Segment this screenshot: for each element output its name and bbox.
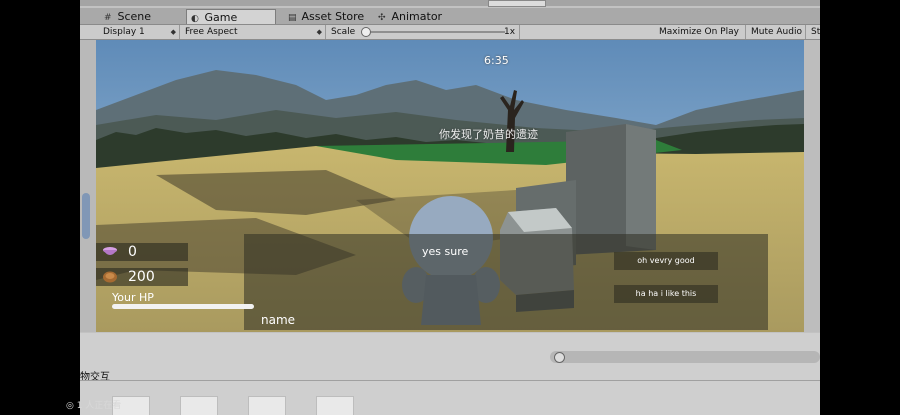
play-controls[interactable] — [488, 0, 546, 7]
mute-label: Mute Audio — [751, 27, 802, 37]
stats-label: St — [811, 27, 820, 37]
gem-count: 0 — [128, 244, 137, 260]
scrollbar-knob[interactable] — [554, 352, 565, 363]
display-label: Display 1 — [103, 27, 145, 37]
tab-scene[interactable]: # Scene — [100, 9, 180, 24]
store-icon: ▤ — [288, 13, 297, 23]
asset-thumbnail[interactable] — [316, 396, 354, 415]
scale-slider-handle[interactable] — [361, 27, 371, 37]
gem-counter: 0 — [96, 243, 188, 261]
tab-asset-store-label: Asset Store — [301, 10, 365, 23]
choice-label: oh vevry good — [637, 256, 695, 265]
choice-button[interactable]: oh vevry good — [614, 252, 718, 270]
dialog-line: yes sure — [422, 245, 469, 258]
right-panel-edge — [804, 40, 820, 332]
asset-thumbnail[interactable] — [248, 396, 286, 415]
mute-audio-toggle[interactable]: Mute Audio — [746, 25, 806, 39]
tab-animator[interactable]: ✣ Animator — [374, 9, 450, 24]
hp-label: Your HP — [112, 291, 154, 304]
scale-slider-track[interactable] — [365, 31, 505, 33]
eye-icon: ◎ — [66, 401, 77, 411]
asset-thumbnail[interactable] — [180, 396, 218, 415]
scale-value: 1x — [504, 27, 516, 37]
tab-animator-label: Animator — [391, 10, 443, 23]
stats-toggle[interactable]: St — [806, 25, 820, 39]
viewer-count-overlay: ◎ 1 人正在看 — [66, 398, 121, 411]
choice-button[interactable]: ha ha i like this — [614, 285, 718, 303]
maximize-on-play-toggle[interactable]: Maximize On Play — [654, 25, 746, 39]
game-viewport[interactable]: 6:35 你发现了奶昔的遗迹 yes sure oh vevry good ha… — [96, 40, 804, 332]
aspect-label: Free Aspect — [185, 27, 238, 37]
coin-counter: 200 — [96, 268, 188, 286]
animator-icon: ✣ — [378, 13, 386, 23]
view-tab-bar: # Scene ◐ Game ▤ Asset Store ✣ Animator — [80, 8, 820, 25]
discovery-message: 你发现了奶昔的遗迹 — [439, 128, 538, 141]
top-toolbar-strip — [80, 0, 820, 7]
maximize-label: Maximize On Play — [659, 27, 739, 37]
project-panel: 物交互 — [80, 333, 820, 415]
left-panel-edge — [80, 40, 96, 332]
scale-label: Scale — [331, 27, 356, 37]
display-dropdown[interactable]: Display 1 ◆ — [98, 25, 180, 39]
gem-bowl-icon — [103, 247, 117, 255]
unity-editor: # Scene ◐ Game ▤ Asset Store ✣ Animator … — [80, 0, 820, 415]
speaker-name: name — [261, 313, 296, 327]
coin-count: 200 — [128, 269, 155, 285]
horizontal-scrollbar[interactable] — [550, 351, 820, 363]
tab-game[interactable]: ◐ Game — [186, 9, 276, 24]
aspect-dropdown[interactable]: Free Aspect ◆ — [180, 25, 326, 39]
grid-icon: # — [104, 13, 112, 23]
chevron-down-icon: ◆ — [316, 28, 322, 36]
scrollbar-handle[interactable] — [82, 193, 90, 239]
tab-scene-label: Scene — [117, 10, 152, 23]
coin-icon — [103, 271, 117, 283]
divider — [80, 380, 820, 381]
tab-game-label: Game — [204, 11, 238, 24]
viewer-count: 1 人正在看 — [76, 401, 122, 411]
chevron-down-icon: ◆ — [170, 28, 176, 36]
choice-label: ha ha i like this — [635, 289, 697, 298]
dialog-panel — [244, 234, 768, 330]
tab-asset-store[interactable]: ▤ Asset Store — [284, 9, 370, 24]
hp-bar — [112, 304, 254, 309]
timer-text: 6:35 — [484, 54, 509, 67]
game-view-toolbar: Display 1 ◆ Free Aspect ◆ Scale 1x Maxim… — [80, 25, 820, 40]
